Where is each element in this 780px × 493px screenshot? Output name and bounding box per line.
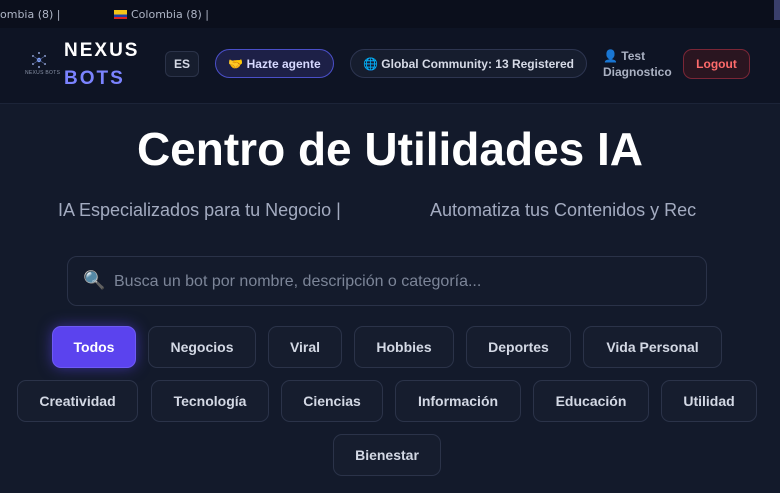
scrollbar-thumb[interactable] <box>774 0 780 20</box>
category-bienestar[interactable]: Bienestar <box>333 434 441 476</box>
category-vida-personal[interactable]: Vida Personal <box>583 326 722 368</box>
tagline-marquee: IA Especializados para tu Negocio | Auto… <box>58 199 724 225</box>
category-negocios[interactable]: Negocios <box>148 326 256 368</box>
search-input[interactable] <box>112 269 696 295</box>
category-deportes[interactable]: Deportes <box>466 326 571 368</box>
ticker-item: ombia (8) | <box>0 8 61 21</box>
search-bar: 🔍 <box>67 256 707 306</box>
ticker-item-label: Colombia (8) | <box>131 8 209 21</box>
category-ciencias[interactable]: Ciencias <box>281 380 383 422</box>
tagline-item: IA Especializados para tu Negocio | <box>58 200 341 220</box>
category-hobbies[interactable]: Hobbies <box>354 326 454 368</box>
user-name-secondary: Diagnostico <box>603 65 672 79</box>
category-viral[interactable]: Viral <box>268 326 342 368</box>
brand-name-secondary[interactable]: BOTS <box>64 68 125 90</box>
brand-name[interactable]: NEXUS <box>64 40 139 62</box>
category-informacion[interactable]: Información <box>395 380 521 422</box>
category-creatividad[interactable]: Creatividad <box>17 380 138 422</box>
category-educacion[interactable]: Educación <box>533 380 649 422</box>
language-button[interactable]: ES <box>165 51 199 77</box>
ticker-item-colombia: Colombia (8) | <box>114 8 209 21</box>
category-utilidad[interactable]: Utilidad <box>661 380 757 422</box>
category-tecnologia[interactable]: Tecnología <box>151 380 269 422</box>
colombia-flag-icon <box>114 10 127 19</box>
category-todos[interactable]: Todos <box>52 326 136 368</box>
logout-button[interactable]: Logout <box>683 49 750 79</box>
announcement-ticker: ombia (8) | Colombia (8) | <box>0 0 780 29</box>
user-profile[interactable]: 👤 Test Diagnostico <box>603 48 672 80</box>
logo-caption: NEXUS BOTS <box>25 70 61 76</box>
community-badge: 🌐 Global Community: 13 Registered <box>350 49 587 78</box>
search-icon: 🔍 <box>83 270 106 290</box>
page-title: Centro de Utilidades IA <box>136 123 644 175</box>
become-agent-button[interactable]: 🤝 Hazte agente <box>215 49 334 78</box>
user-name: 👤 Test <box>603 49 646 63</box>
tagline-item: Automatiza tus Contenidos y Rec <box>430 200 697 220</box>
